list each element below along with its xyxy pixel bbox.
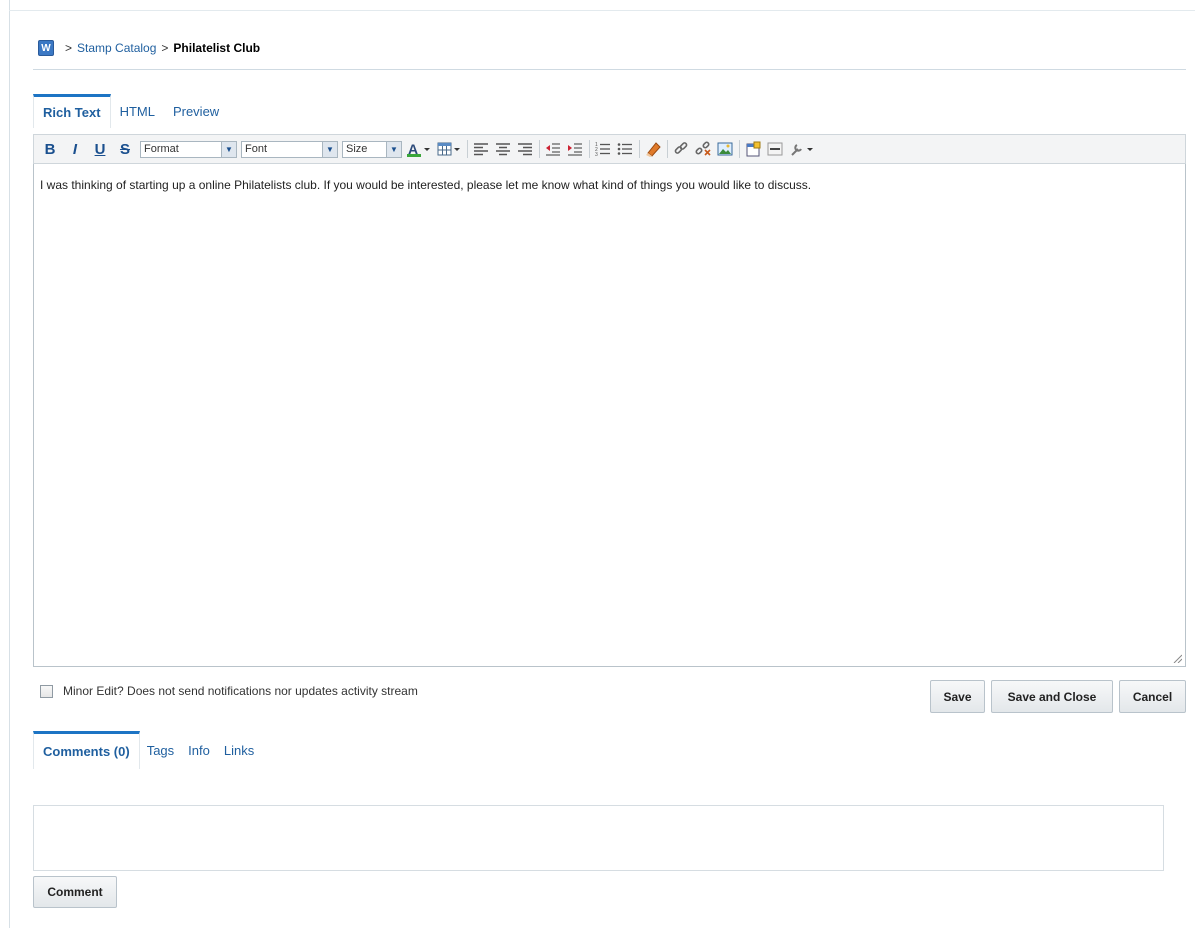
tab-preview[interactable]: Preview (164, 94, 228, 128)
breadcrumb: W > Stamp Catalog > Philatelist Club (38, 38, 260, 58)
comment-button[interactable]: Comment (33, 876, 117, 908)
text-color-icon[interactable]: A (406, 140, 432, 158)
tab-html[interactable]: HTML (111, 94, 164, 128)
strikethrough-button[interactable]: S (115, 138, 135, 160)
cancel-button[interactable]: Cancel (1119, 680, 1186, 713)
tab-info[interactable]: Info (181, 731, 217, 769)
format-select[interactable]: Format ▼ (140, 140, 237, 158)
editor-tabs: Rich Text HTML Preview (33, 94, 228, 128)
toolbar-divider (467, 140, 468, 158)
template-icon[interactable] (744, 140, 762, 158)
tab-tags[interactable]: Tags (140, 731, 181, 769)
format-select-value: Format (144, 143, 179, 155)
chevron-down-icon: ▼ (221, 141, 236, 157)
align-center-icon[interactable] (494, 140, 512, 158)
numbered-list-icon[interactable]: 123 (594, 140, 612, 158)
comment-input[interactable] (33, 805, 1164, 871)
minor-edit-option: Minor Edit? Does not send notifications … (40, 684, 418, 698)
chevron-down-icon: ▼ (322, 141, 337, 157)
toolbar-divider (589, 140, 590, 158)
resize-grip-icon[interactable] (1172, 653, 1182, 663)
minor-edit-checkbox[interactable] (40, 684, 53, 698)
toolbar-divider (739, 140, 740, 158)
font-select[interactable]: Font ▼ (241, 140, 338, 158)
rich-text-editor[interactable]: I was thinking of starting up a online P… (33, 164, 1186, 667)
font-select-value: Font (245, 143, 268, 155)
link-icon[interactable] (672, 140, 690, 158)
toolbar-divider (539, 140, 540, 158)
italic-button[interactable]: I (65, 138, 85, 160)
save-button[interactable]: Save (930, 680, 985, 713)
tools-icon[interactable] (788, 140, 814, 158)
image-icon[interactable] (716, 140, 734, 158)
size-select-value: Size (346, 143, 368, 155)
toolbar-divider (639, 140, 640, 158)
editor-content[interactable]: I was thinking of starting up a online P… (40, 178, 1179, 192)
editor-toolbar: B I U S Format ▼ Font ▼ Size ▼ A 123 (33, 134, 1186, 164)
align-right-icon[interactable] (516, 140, 534, 158)
chevron-down-icon: ▼ (386, 141, 401, 157)
frame-border-left (9, 0, 10, 928)
tab-comments[interactable]: Comments (0) (33, 731, 140, 769)
tab-rich-text[interactable]: Rich Text (33, 94, 111, 128)
minor-edit-label: Minor Edit? Does not send notifications … (63, 684, 418, 698)
horizontal-rule-icon[interactable] (766, 140, 784, 158)
wiki-icon[interactable]: W (38, 40, 54, 56)
outdent-icon[interactable] (544, 140, 562, 158)
underline-button[interactable]: U (90, 138, 110, 160)
indent-icon[interactable] (566, 140, 584, 158)
align-left-icon[interactable] (472, 140, 490, 158)
frame-border-top (9, 10, 1195, 11)
unlink-icon[interactable] (694, 140, 712, 158)
breadcrumb-current: Philatelist Club (173, 41, 261, 55)
eraser-icon[interactable] (644, 140, 662, 158)
svg-text:3: 3 (595, 152, 598, 156)
breadcrumb-parent-link[interactable]: Stamp Catalog (77, 41, 156, 55)
breadcrumb-divider (33, 69, 1186, 70)
breadcrumb-separator: > (161, 41, 169, 55)
page-info-tabs: Comments (0) Tags Info Links (33, 731, 261, 769)
toolbar-divider (667, 140, 668, 158)
bulleted-list-icon[interactable] (616, 140, 634, 158)
save-and-close-button[interactable]: Save and Close (991, 680, 1113, 713)
breadcrumb-separator: > (65, 41, 73, 55)
bold-button[interactable]: B (40, 138, 60, 160)
table-icon[interactable] (436, 140, 462, 158)
tab-links[interactable]: Links (217, 731, 261, 769)
size-select[interactable]: Size ▼ (342, 140, 402, 158)
